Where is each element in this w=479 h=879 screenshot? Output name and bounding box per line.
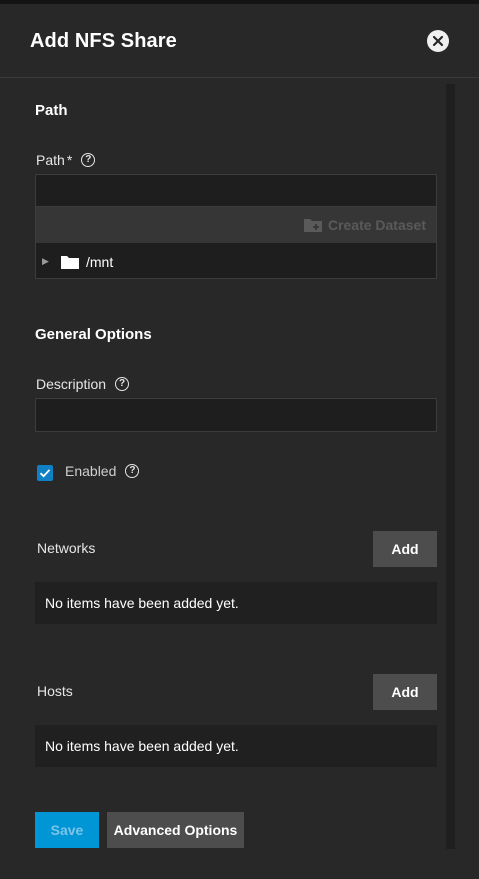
- hosts-label: Hosts: [37, 683, 73, 699]
- create-dataset-button[interactable]: Create Dataset: [303, 217, 426, 233]
- description-label: Description ?: [36, 376, 130, 392]
- add-host-button[interactable]: Add: [373, 674, 437, 710]
- side-panel: Add NFS Share Path Path * ? Create Datase…: [0, 4, 479, 879]
- close-icon: [432, 35, 444, 47]
- enabled-label-text: Enabled: [65, 463, 117, 479]
- folder-plus-icon: [303, 219, 322, 232]
- save-button[interactable]: Save: [35, 812, 99, 848]
- description-label-text: Description: [36, 376, 107, 392]
- check-icon: [39, 469, 51, 478]
- path-explorer: Create Dataset ▶ /mnt: [35, 174, 437, 279]
- path-label-text: Path: [36, 152, 65, 168]
- explorer-toolbar: Create Dataset: [36, 207, 436, 243]
- page-title: Add NFS Share: [30, 30, 177, 52]
- hosts-empty-state: No items have been added yet.: [35, 725, 437, 767]
- networks-label: Networks: [37, 540, 96, 556]
- help-icon[interactable]: ?: [81, 153, 96, 167]
- scrollbar[interactable]: [446, 84, 455, 849]
- enabled-label: Enabled ?: [65, 463, 140, 479]
- help-icon[interactable]: ?: [125, 464, 140, 478]
- add-network-button[interactable]: Add: [373, 531, 437, 567]
- path-input[interactable]: [36, 175, 436, 207]
- path-label: Path * ?: [36, 152, 96, 168]
- chevron-right-icon[interactable]: ▶: [42, 256, 52, 267]
- enabled-checkbox[interactable]: [37, 465, 53, 481]
- panel-header: Add NFS Share: [0, 4, 479, 78]
- path-section-title: Path: [35, 102, 68, 119]
- create-dataset-label: Create Dataset: [327, 217, 426, 233]
- folder-icon: [61, 255, 79, 269]
- required-mark: *: [66, 152, 73, 168]
- general-options-title: General Options: [35, 326, 152, 343]
- help-icon[interactable]: ?: [115, 377, 130, 391]
- description-input[interactable]: [35, 398, 437, 432]
- advanced-options-button[interactable]: Advanced Options: [107, 812, 244, 848]
- tree-node-label: /mnt: [86, 253, 114, 270]
- tree-node-mnt[interactable]: ▶ /mnt: [36, 245, 436, 278]
- networks-empty-state: No items have been added yet.: [35, 582, 437, 624]
- close-button[interactable]: [427, 30, 449, 52]
